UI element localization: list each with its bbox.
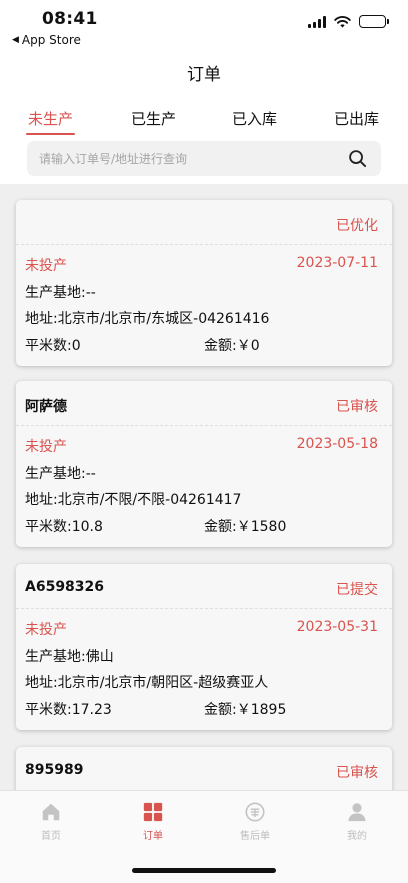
order-address: 地址:北京市/北京市/东城区-04261416: [25, 311, 270, 327]
tabbar-item-orders[interactable]: 订单: [113, 801, 193, 842]
order-review-state: 已审核: [336, 399, 378, 415]
tab-not-produced[interactable]: 未生产: [25, 108, 76, 135]
order-date: 2023-05-18: [296, 436, 378, 452]
order-name: 895989: [25, 762, 84, 778]
order-address: 地址:北京市/北京市/朝阳区-超级赛亚人: [25, 675, 269, 691]
back-triangle-icon: ◀: [12, 35, 19, 45]
status-time: 08:41: [42, 9, 98, 29]
orders-grid-icon: [143, 802, 163, 822]
status-bar: 08:41 ◀ App Store: [0, 0, 408, 50]
status-icons: [308, 15, 389, 28]
tabbar-label: 首页: [41, 831, 61, 842]
battery-icon: [359, 15, 389, 28]
order-status-tabs: 未生产 已生产 已入库 已出库: [0, 108, 408, 135]
production-status: 未投产: [25, 258, 67, 274]
tabbar-label: 售后单: [240, 831, 270, 842]
page-title: 订单: [187, 65, 221, 85]
tab-produced[interactable]: 已生产: [131, 108, 176, 129]
tab-shipped[interactable]: 已出库: [334, 108, 379, 129]
order-card-header: 895989 已审核: [16, 747, 392, 790]
search-bar: [27, 141, 381, 176]
back-to-app-store[interactable]: ◀ App Store: [12, 33, 81, 47]
tabbar-item-profile[interactable]: 我的: [317, 801, 397, 842]
order-card[interactable]: A6598326 已提交 未投产 2023-05-31 生产基地:佛山 地址:北…: [16, 564, 392, 730]
after-sales-icon: [245, 802, 265, 822]
tabbar-item-home[interactable]: 首页: [11, 801, 91, 842]
order-area: 平米数:17.23: [25, 702, 112, 718]
order-list: 已优化 未投产 2023-07-11 生产基地:-- 地址:北京市/北京市/东城…: [0, 184, 408, 790]
order-review-state: 已提交: [336, 582, 378, 598]
production-base: 生产基地:--: [25, 285, 96, 301]
production-status: 未投产: [25, 439, 67, 455]
home-indicator: [132, 868, 276, 873]
order-card[interactable]: 895989 已审核: [16, 747, 392, 790]
production-base: 生产基地:--: [25, 466, 96, 482]
order-amount: 金额:￥1580: [204, 519, 287, 535]
tabbar-label: 我的: [347, 831, 367, 842]
order-address: 地址:北京市/不限/不限-04261417: [25, 492, 242, 508]
tabbar-item-after-sales[interactable]: 售后单: [215, 801, 295, 842]
order-date: 2023-05-31: [296, 619, 378, 635]
order-area: 平米数:10.8: [25, 519, 103, 535]
order-card-header: 已优化: [16, 200, 392, 245]
cellular-signal-icon: [308, 15, 326, 28]
search-icon[interactable]: [348, 149, 367, 168]
order-amount: 金额:￥1895: [204, 702, 287, 718]
home-icon: [42, 803, 60, 821]
profile-icon: [348, 803, 366, 822]
order-name: 阿萨德: [25, 399, 67, 415]
production-status: 未投产: [25, 622, 67, 638]
header-area: 08:41 ◀ App Store 订单 未生产 已生产 已入库 已出库: [0, 0, 408, 184]
order-amount: 金额:￥0: [204, 338, 260, 354]
order-card[interactable]: 已优化 未投产 2023-07-11 生产基地:-- 地址:北京市/北京市/东城…: [16, 200, 392, 366]
search-input[interactable]: [27, 141, 337, 176]
production-base: 生产基地:佛山: [25, 649, 114, 665]
back-app-label: App Store: [21, 33, 81, 47]
order-card-header: 阿萨德 已审核: [16, 381, 392, 426]
order-date: 2023-07-11: [296, 255, 378, 271]
order-card[interactable]: 阿萨德 已审核 未投产 2023-05-18 生产基地:-- 地址:北京市/不限…: [16, 381, 392, 547]
tab-in-stock[interactable]: 已入库: [232, 108, 277, 129]
wifi-icon: [334, 15, 351, 27]
order-card-header: A6598326 已提交: [16, 564, 392, 609]
order-review-state: 已优化: [336, 218, 378, 234]
order-review-state: 已审核: [336, 765, 378, 781]
order-area: 平米数:0: [25, 338, 81, 354]
tabbar-label: 订单: [143, 831, 163, 842]
order-name: A6598326: [25, 579, 105, 595]
